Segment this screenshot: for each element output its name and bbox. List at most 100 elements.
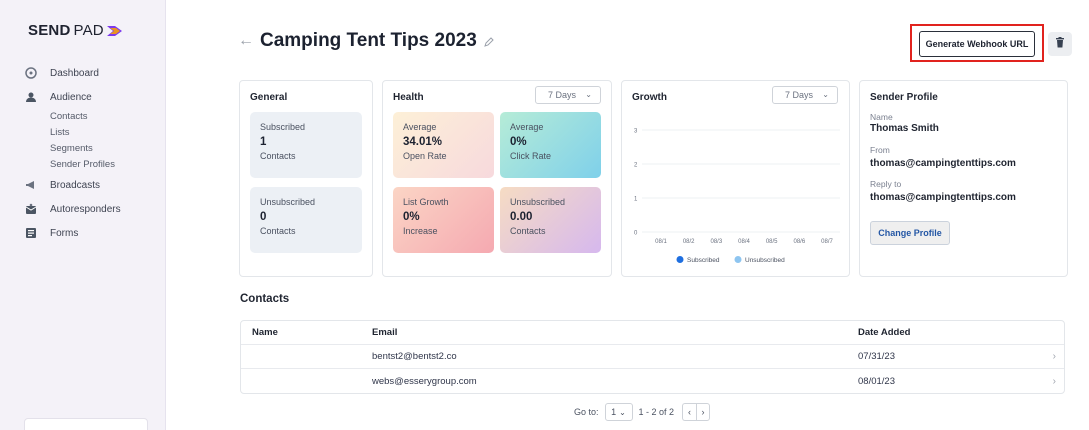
column-header-email[interactable]: Email	[372, 327, 397, 338]
stat-unit: Contacts	[260, 226, 296, 236]
stat-value: 0%	[510, 136, 527, 148]
growth-range-select[interactable]: 7 Days ⌄	[772, 86, 838, 104]
x-tick-label: 08/5	[766, 239, 778, 245]
legend-label: Subscribed	[687, 257, 720, 264]
sidebar-item-audience[interactable]: Audience	[24, 85, 165, 109]
chevron-down-icon: ⌄	[619, 407, 626, 417]
stat-label: Subscribed	[260, 122, 306, 132]
audience-submenu: Contacts Lists Segments Sender Profiles	[24, 109, 165, 173]
back-arrow-icon[interactable]: ←	[238, 32, 254, 50]
sidebar-item-dashboard[interactable]: Dashboard	[24, 61, 165, 85]
change-profile-button[interactable]: Change Profile	[870, 221, 950, 245]
chevron-down-icon: ⌄	[585, 90, 592, 99]
legend-label: Unsubscribed	[745, 257, 785, 264]
y-tick-label: 0	[634, 231, 638, 237]
growth-chart: 0 1 2 3 08/1 08/2 08/3 08/4 08/5 08/6 08/7 Subscrib…	[634, 129, 840, 264]
pencil-icon[interactable]	[483, 35, 495, 47]
y-tick-label: 3	[634, 129, 638, 135]
sender-reply-to: thomas@campingtenttips.com	[870, 192, 1016, 203]
sidebar-footer-box[interactable]	[24, 418, 148, 430]
stat-unit: Click Rate	[510, 151, 552, 161]
sidebar-nav: Dashboard Audience Contacts Lists Segmen…	[24, 61, 165, 245]
sender-name: Thomas Smith	[870, 123, 939, 134]
form-icon	[24, 226, 38, 240]
brand-name-bold: SEND	[28, 22, 71, 39]
cell-email: webs@esserygroup.com	[372, 375, 477, 387]
name-label: Name	[870, 112, 893, 122]
sidebar-subitem-lists[interactable]: Lists	[50, 125, 165, 141]
chevron-right-icon[interactable]: ›	[1053, 351, 1056, 362]
contacts-title: Contacts	[240, 293, 290, 305]
app: SEND PAD Dashboard Audience Contacts List…	[0, 0, 1089, 430]
stat-label: List Growth	[403, 197, 449, 207]
legend-marker	[734, 256, 742, 263]
column-header-name[interactable]: Name	[252, 327, 278, 338]
stat-label: Unsubscribed	[260, 197, 316, 207]
brand-name-light: PAD	[73, 22, 104, 39]
cell-date: 07/31/23	[858, 351, 895, 362]
envelope-icon	[24, 202, 38, 216]
sidebar-subitem-sender-profiles[interactable]: Sender Profiles	[50, 157, 165, 173]
sender-from: thomas@campingtenttips.com	[870, 158, 1016, 169]
cell-date: 08/01/23	[858, 375, 895, 387]
page-title: Camping Tent Tips 2023	[260, 30, 477, 51]
main-content: ← Camping Tent Tips 2023 Generate Webhoo…	[166, 0, 1089, 430]
select-value: 7 Days	[548, 90, 577, 100]
list-growth-stat: List Growth 0% Increase	[393, 187, 494, 253]
legend-marker	[676, 256, 684, 263]
stat-label: Average	[510, 122, 544, 132]
table-row[interactable]: webs@esserygroup.com 08/01/23 ›	[241, 369, 1064, 393]
dashboard-icon	[24, 66, 38, 80]
sidebar-item-forms[interactable]: Forms	[24, 221, 165, 245]
unsubscribed-stat: Unsubscribed 0 Contacts	[250, 187, 362, 253]
next-page-button[interactable]: ›	[696, 403, 711, 421]
stat-value: 1	[260, 136, 267, 148]
health-card: Health Average 34.01% Open Rate Average …	[382, 80, 612, 277]
stat-label: Average	[403, 122, 437, 132]
sidebar: SEND PAD Dashboard Audience Contacts List…	[0, 0, 166, 430]
sidebar-item-label: Broadcasts	[50, 179, 101, 191]
sidebar-item-label: Dashboard	[50, 67, 99, 79]
sidebar-item-label: Audience	[50, 91, 92, 103]
generate-webhook-button[interactable]: Generate Webhook URL	[919, 31, 1035, 57]
y-tick-label: 1	[634, 197, 638, 203]
sidebar-subitem-segments[interactable]: Segments	[50, 141, 165, 157]
sender-profile-card: Sender Profile Name Thomas Smith From th…	[859, 80, 1068, 277]
health-title: Health	[393, 92, 424, 103]
page-range: 1 - 2 of 2	[638, 407, 675, 417]
unsubscribed-rate-stat: Unsubscribed 0.00 Contacts	[500, 187, 601, 253]
table-row[interactable]: bentst2@bentst2.co 07/31/23 ›	[241, 345, 1064, 369]
audience-icon	[24, 90, 38, 104]
stat-unit: Contacts	[260, 151, 296, 161]
stat-value: 0%	[403, 211, 420, 223]
click-rate-stat: Average 0% Click Rate	[500, 112, 601, 178]
reply-to-label: Reply to	[870, 179, 902, 189]
delete-button[interactable]	[1048, 32, 1072, 56]
logo-arrow-icon	[106, 24, 123, 38]
chevron-right-icon[interactable]: ›	[1053, 376, 1056, 387]
health-range-select[interactable]: 7 Days ⌄	[535, 86, 601, 104]
x-tick-label: 08/3	[710, 239, 722, 245]
stat-value: 0.00	[510, 211, 533, 223]
page-select-value: 1	[611, 407, 617, 417]
column-header-date-added[interactable]: Date Added	[858, 327, 910, 338]
page-header: ← Camping Tent Tips 2023	[238, 30, 495, 52]
sidebar-item-broadcasts[interactable]: Broadcasts	[24, 173, 165, 197]
general-card: General Subscribed 1 Contacts Unsubscrib…	[239, 80, 373, 277]
cell-email: bentst2@bentst2.co	[372, 351, 457, 362]
sidebar-subitem-contacts[interactable]: Contacts	[50, 109, 165, 125]
brand-logo[interactable]: SEND PAD	[28, 22, 165, 39]
pagination: Go to: 1 ⌄ 1 - 2 of 2 ‹ ›	[574, 403, 711, 421]
y-tick-label: 2	[634, 163, 638, 169]
goto-label: Go to:	[574, 407, 599, 417]
sender-profile-title: Sender Profile	[870, 92, 938, 103]
prev-page-button[interactable]: ‹	[682, 403, 697, 421]
page-select[interactable]: 1 ⌄	[604, 403, 633, 421]
trash-icon	[1055, 35, 1065, 53]
open-rate-stat: Average 34.01% Open Rate	[393, 112, 494, 178]
general-title: General	[250, 92, 288, 103]
stat-label: Unsubscribed	[510, 197, 566, 207]
x-tick-label: 08/1	[655, 239, 667, 245]
x-tick-label: 08/4	[738, 239, 750, 245]
sidebar-item-autoresponders[interactable]: Autoresponders	[24, 197, 165, 221]
